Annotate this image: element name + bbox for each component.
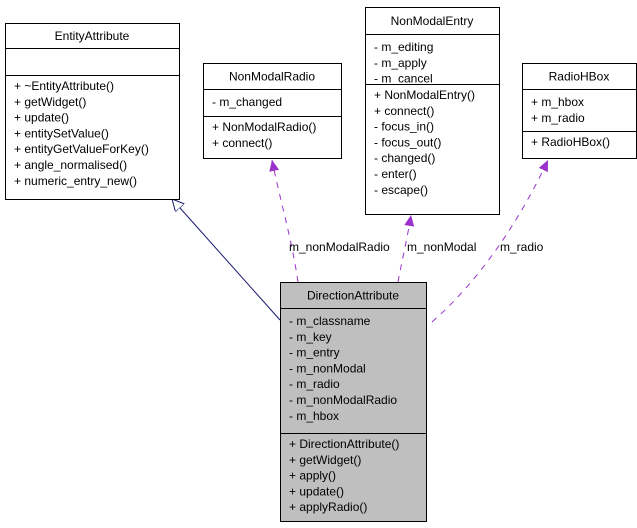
class-attribute: - m_apply [374, 56, 427, 70]
class-method: + update() [289, 484, 344, 498]
class-attribute: - m_cancel [374, 72, 433, 86]
class-name: NonModalRadio [229, 70, 315, 84]
class-entity-attribute[interactable]: EntityAttribute + ~EntityAttribute() + get… [5, 23, 180, 200]
class-method: + getWidget() [14, 95, 86, 109]
class-radio-hbox[interactable]: RadioHBox + m_hbox + m_radio + RadioHBox() [522, 63, 637, 159]
class-non-modal-entry[interactable]: NonModalEntry - m_editing - m_apply - m_can… [365, 7, 500, 215]
class-name: DirectionAttribute [307, 289, 399, 303]
edge-label: m_nonModalRadio [289, 240, 390, 254]
class-method: + RadioHBox() [531, 135, 610, 149]
class-attribute: - m_classname [289, 314, 371, 328]
usage-edge-nonmodalradio [269, 159, 299, 283]
class-attribute: - m_changed [212, 95, 282, 109]
class-method: + DirectionAttribute() [289, 437, 399, 451]
class-method: - changed() [374, 151, 435, 165]
class-method: + angle_normalised() [14, 158, 127, 172]
class-method: + numeric_entry_new() [14, 174, 137, 188]
class-method: + getWidget() [289, 453, 361, 467]
class-attribute: - m_key [289, 330, 332, 344]
class-method: + entityGetValueForKey() [14, 142, 149, 156]
class-method: + ~EntityAttribute() [14, 79, 114, 93]
class-method: + NonModalEntry() [374, 88, 475, 102]
class-diagram: m_nonModalRadio m_nonModal m_radio EntityA… [5, 7, 637, 522]
class-direction-attribute[interactable]: DirectionAttribute - m_classname - m_key - … [280, 282, 427, 522]
class-name: RadioHBox [549, 70, 610, 84]
inheritance-edge-entityattribute [172, 199, 281, 321]
class-name: NonModalEntry [391, 14, 474, 28]
edge-label: m_nonModal [407, 240, 476, 254]
class-non-modal-radio[interactable]: NonModalRadio - m_changed + NonModalRadio(… [203, 63, 342, 159]
class-attribute: - m_radio [289, 377, 340, 391]
class-name: EntityAttribute [55, 29, 130, 43]
class-attribute: - m_nonModal [289, 361, 366, 375]
class-method: + connect() [212, 136, 272, 150]
class-method: - enter() [374, 167, 417, 181]
class-method: - escape() [374, 183, 428, 197]
class-method: - focus_out() [374, 135, 441, 149]
class-method: + NonModalRadio() [212, 120, 316, 134]
class-attribute: - m_nonModalRadio [289, 393, 397, 407]
class-attribute: + m_hbox [531, 95, 584, 109]
class-method: + update() [14, 111, 69, 125]
class-method: + entitySetValue() [14, 126, 109, 140]
class-method: + applyRadio() [289, 500, 367, 514]
class-attribute: + m_radio [531, 111, 585, 125]
class-attribute: - m_editing [374, 40, 433, 54]
class-method: + apply() [289, 469, 336, 483]
class-method: + connect() [374, 104, 434, 118]
edge-label: m_radio [500, 240, 544, 254]
class-attribute: - m_entry [289, 346, 340, 360]
class-method: - focus_in() [374, 120, 434, 134]
class-attribute: - m_hbox [289, 409, 339, 423]
